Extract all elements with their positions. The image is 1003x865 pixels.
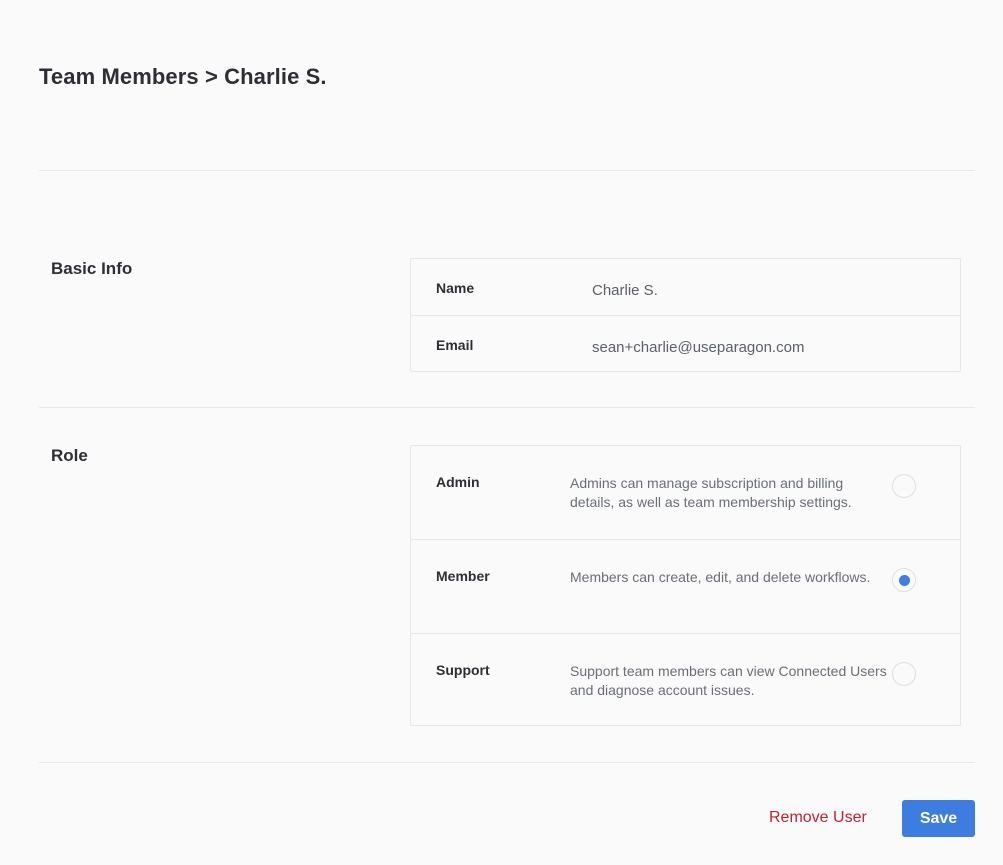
role-option-member[interactable]: Member Members can create, edit, and del… [411,540,960,634]
name-row: Name Charlie S. [411,259,960,316]
role-admin-radio[interactable] [892,474,916,498]
role-member-radio[interactable] [892,568,916,592]
email-value: sean+charlie@useparagon.com [592,339,805,356]
role-option-admin[interactable]: Admin Admins can manage subscription and… [411,446,960,540]
role-section-title: Role [51,446,88,465]
role-admin-label: Admin [436,474,480,490]
section-divider [39,407,975,408]
role-support-label: Support [436,662,490,678]
header-divider [39,170,975,171]
remove-user-button[interactable]: Remove User [760,800,876,836]
email-label: Email [436,337,474,353]
basic-info-card: Name Charlie S. Email sean+charlie@usepa… [410,258,961,372]
role-card: Admin Admins can manage subscription and… [410,445,961,726]
role-admin-description: Admins can manage subscription and billi… [570,475,852,510]
save-button[interactable]: Save [902,800,975,837]
role-support-description: Support team members can view Connected … [570,663,887,698]
footer-divider [39,762,975,763]
role-option-support[interactable]: Support Support team members can view Co… [411,634,960,727]
role-member-label: Member [436,568,490,584]
name-value: Charlie S. [592,282,658,299]
role-member-description: Members can create, edit, and delete wor… [570,569,871,585]
email-row: Email sean+charlie@useparagon.com [411,316,960,372]
page-title: Team Members > Charlie S. [39,64,327,89]
team-member-detail-page: Team Members > Charlie S. Basic Info Nam… [0,0,1003,865]
role-support-radio[interactable] [892,662,916,686]
name-label: Name [436,280,475,296]
basic-info-section-title: Basic Info [51,259,133,278]
